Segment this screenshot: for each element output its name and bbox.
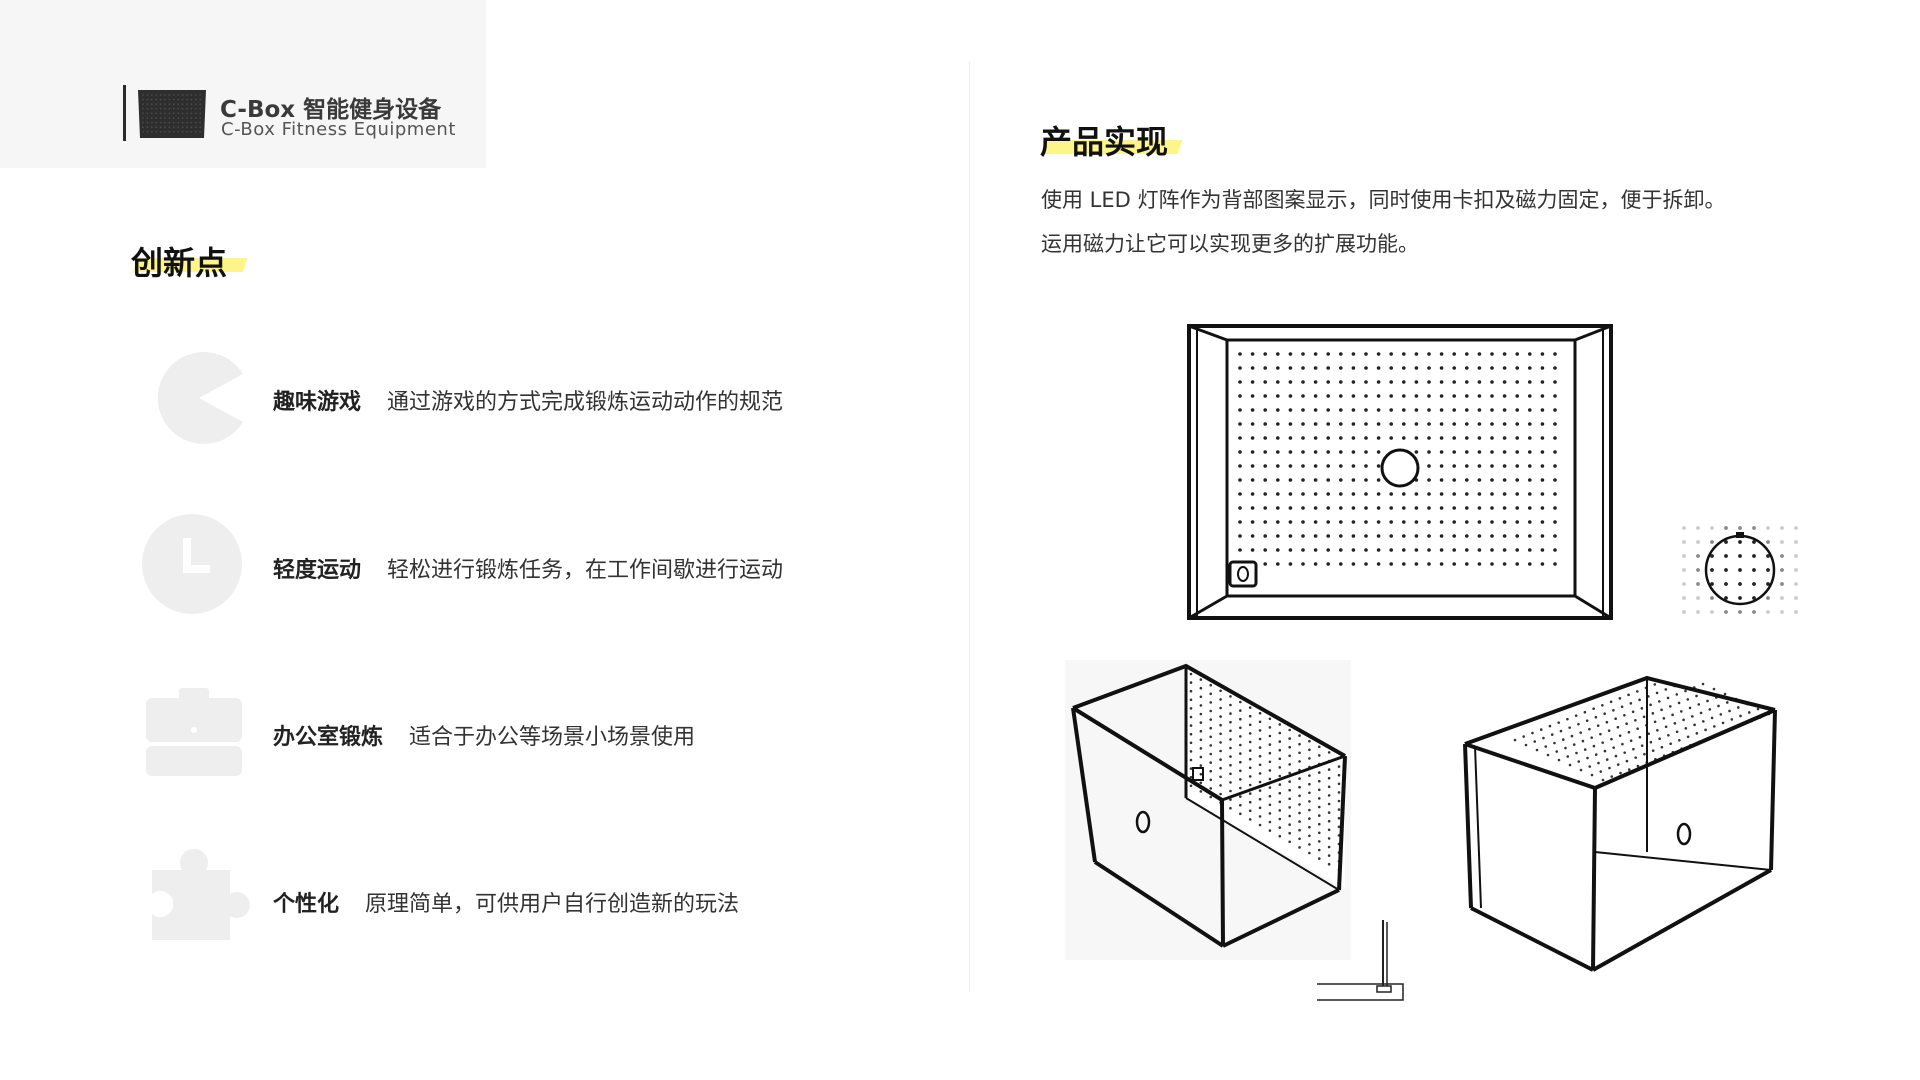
magnet-accessory-dots-illustration bbox=[1682, 526, 1798, 614]
mounting-pin-illustration bbox=[1317, 920, 1404, 1001]
section-title-implementation: 产品实现 bbox=[1040, 123, 1169, 161]
box-front-view-illustration bbox=[1187, 324, 1613, 620]
box-perspective-left-illustration bbox=[1065, 660, 1351, 960]
feature-name: 个性化 bbox=[273, 892, 340, 917]
logo-divider bbox=[123, 85, 126, 141]
column-divider bbox=[969, 62, 970, 992]
feature-light-exercise: 轻度运动 轻松进行锻炼任务，在工作间歇进行运动 bbox=[273, 552, 783, 584]
brand-subtitle: C-Box Fitness Equipment bbox=[221, 119, 456, 140]
clock-icon bbox=[142, 514, 242, 614]
feature-office-workout: 办公室锻炼 适合于办公等场景小场景使用 bbox=[273, 719, 695, 751]
feature-desc: 原理简单，可供用户自行创造新的玩法 bbox=[365, 892, 740, 917]
feature-personalization: 个性化 原理简单，可供用户自行创造新的玩法 bbox=[273, 886, 739, 918]
feature-name: 轻度运动 bbox=[273, 558, 362, 583]
section-title-innovation: 创新点 bbox=[131, 244, 228, 282]
puzzle-icon bbox=[152, 848, 250, 940]
feature-desc: 适合于办公等场景小场景使用 bbox=[409, 725, 696, 750]
logo-panel bbox=[0, 0, 486, 168]
briefcase-icon bbox=[146, 688, 242, 776]
description-line-1: 使用 LED 灯阵作为背部图案显示，同时使用卡扣及磁力固定，便于拆卸。 bbox=[1041, 188, 1726, 212]
led-box-logo-icon bbox=[138, 90, 206, 138]
pacman-icon bbox=[157, 352, 243, 444]
feature-fun-game: 趣味游戏 通过游戏的方式完成锻炼运动动作的规范 bbox=[273, 384, 783, 416]
feature-name: 办公室锻炼 bbox=[273, 725, 384, 750]
description-line-2: 运用磁力让它可以实现更多的扩展功能。 bbox=[1041, 232, 1419, 256]
feature-name: 趣味游戏 bbox=[273, 390, 362, 415]
feature-desc: 通过游戏的方式完成锻炼运动动作的规范 bbox=[387, 390, 784, 415]
feature-desc: 轻松进行锻炼任务，在工作间歇进行运动 bbox=[387, 558, 784, 583]
box-perspective-right-illustration bbox=[1463, 675, 1777, 972]
